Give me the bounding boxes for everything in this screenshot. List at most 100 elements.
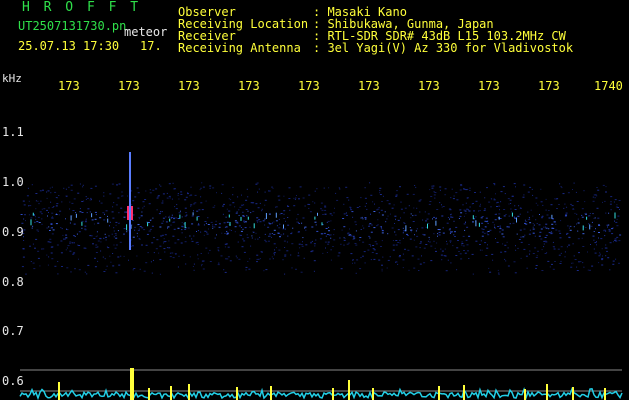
noise-pixel [65, 218, 66, 220]
noise-pixel [488, 267, 490, 269]
noise-pixel [238, 258, 241, 260]
noise-pixel [423, 247, 426, 249]
noise-pixel [257, 238, 259, 240]
noise-pixel [159, 273, 161, 275]
noise-pixel [235, 212, 238, 214]
y-tick-0.9: 0.9 [2, 225, 24, 239]
noise-pixel [293, 205, 296, 207]
noise-pixel [78, 269, 81, 271]
noise-pixel [328, 187, 330, 189]
noise-pixel [181, 216, 183, 218]
noise-pixel [428, 222, 430, 224]
noise-pixel [31, 227, 33, 229]
x-tick-10: 1740 [594, 79, 623, 93]
noise-pixel [311, 226, 314, 228]
noise-pixel [581, 237, 583, 239]
noise-pixel [565, 206, 567, 208]
noise-pixel [117, 256, 120, 258]
noise-pixel [444, 194, 446, 196]
noise-pixel [399, 255, 401, 256]
noise-pixel [381, 264, 383, 266]
noise-pixel [423, 262, 426, 264]
noise-pixel [302, 241, 303, 243]
noise-streak [275, 212, 277, 218]
noise-pixel [597, 217, 600, 219]
noise-pixel [460, 212, 463, 214]
noise-pixel [278, 227, 281, 229]
noise-pixel [112, 265, 115, 267]
noise-pixel [352, 262, 353, 264]
noise-pixel [174, 242, 177, 244]
y-tick-1.0: 1.0 [2, 175, 24, 189]
noise-pixel [190, 186, 192, 188]
noise-pixel [461, 243, 464, 244]
noise-pixel [153, 237, 155, 239]
noise-pixel [561, 187, 563, 189]
noise-pixel [207, 252, 209, 254]
noise-pixel [203, 234, 205, 236]
noise-pixel [109, 193, 112, 195]
noise-pixel [524, 234, 526, 236]
noise-pixel [544, 237, 547, 238]
noise-pixel [396, 190, 398, 192]
noise-pixel [462, 204, 464, 206]
noise-pixel [346, 243, 349, 245]
noise-pixel [419, 247, 421, 249]
noise-pixel [360, 257, 362, 259]
noise-pixel [573, 226, 575, 228]
level-spike [524, 389, 526, 400]
noise-pixel [399, 186, 401, 188]
noise-pixel [113, 202, 115, 204]
noise-pixel [368, 224, 370, 226]
noise-pixel [462, 245, 465, 247]
noise-pixel [425, 220, 427, 222]
noise-pixel [467, 250, 469, 252]
noise-pixel [392, 249, 395, 251]
noise-pixel [25, 273, 27, 275]
noise-pixel [412, 193, 415, 195]
noise-pixel [242, 211, 244, 213]
noise-pixel [535, 219, 537, 221]
noise-pixel [85, 218, 87, 220]
noise-pixel [580, 261, 582, 263]
noise-pixel [50, 192, 52, 194]
noise-pixel [428, 203, 431, 205]
noise-pixel [214, 224, 217, 226]
noise-pixel [555, 223, 557, 225]
noise-pixel [415, 230, 417, 232]
noise-pixel [324, 209, 327, 211]
noise-pixel [614, 239, 616, 241]
noise-pixel [446, 222, 449, 224]
noise-pixel [117, 197, 120, 199]
noise-pixel [340, 243, 342, 245]
noise-pixel [566, 234, 568, 235]
noise-pixel [435, 250, 437, 252]
noise-pixel [532, 226, 534, 228]
noise-pixel [604, 247, 607, 249]
noise-pixel [291, 231, 293, 233]
noise-pixel [594, 252, 597, 254]
noise-streak [228, 214, 230, 218]
noise-pixel [134, 229, 136, 231]
noise-pixel [250, 212, 252, 214]
noise-pixel [222, 213, 224, 215]
noise-pixel [246, 237, 249, 239]
noise-pixel [473, 210, 475, 212]
noise-pixel [247, 196, 249, 198]
noise-pixel [330, 259, 332, 261]
noise-pixel [203, 260, 205, 262]
noise-pixel [438, 231, 441, 233]
noise-pixel [510, 203, 512, 204]
noise-pixel [74, 242, 75, 244]
noise-pixel [600, 238, 603, 240]
noise-pixel [560, 252, 562, 254]
noise-pixel [39, 265, 41, 267]
noise-pixel [480, 203, 481, 205]
noise-pixel [437, 229, 440, 230]
noise-pixel [229, 260, 232, 262]
noise-pixel [493, 198, 495, 200]
noise-pixel [566, 232, 569, 234]
noise-pixel [184, 228, 187, 230]
noise-pixel [217, 247, 220, 249]
noise-pixel [588, 223, 590, 225]
